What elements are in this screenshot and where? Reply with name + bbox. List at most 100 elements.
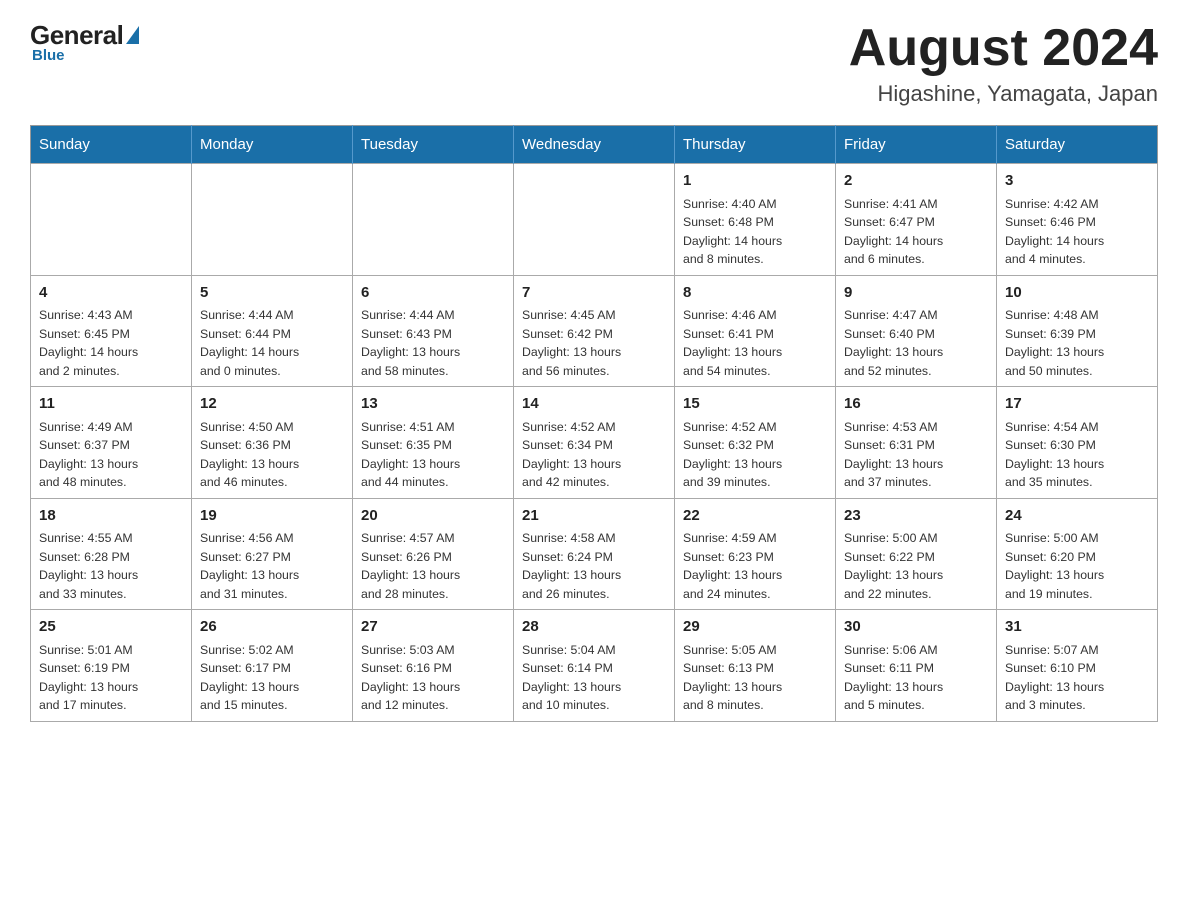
day-info: Sunrise: 4:42 AMSunset: 6:46 PMDaylight:…	[1005, 195, 1149, 269]
logo-blue-text: Blue	[32, 47, 65, 64]
day-number: 28	[522, 616, 666, 638]
day-info: Sunrise: 4:45 AMSunset: 6:42 PMDaylight:…	[522, 306, 666, 380]
day-info: Sunrise: 4:57 AMSunset: 6:26 PMDaylight:…	[361, 529, 505, 603]
table-row	[192, 164, 353, 276]
table-row: 24Sunrise: 5:00 AMSunset: 6:20 PMDayligh…	[997, 498, 1158, 610]
col-wednesday: Wednesday	[514, 126, 675, 164]
day-info: Sunrise: 5:07 AMSunset: 6:10 PMDaylight:…	[1005, 641, 1149, 715]
day-number: 7	[522, 282, 666, 304]
table-row: 29 Sunrise: 5:05 AMSunset: 6:13 PMDayligh…	[675, 610, 836, 722]
calendar-header-row: Sunday Monday Tuesday Wednesday Thursday…	[31, 126, 1158, 164]
day-info: Sunrise: 4:54 AMSunset: 6:30 PMDaylight:…	[1005, 418, 1149, 492]
day-info: Sunrise: 4:49 AMSunset: 6:37 PMDaylight:…	[39, 418, 183, 492]
day-info: Sunrise: 4:52 AMSunset: 6:32 PMDaylight:…	[683, 418, 827, 492]
day-info: Sunrise: 4:46 AMSunset: 6:41 PMDaylight:…	[683, 306, 827, 380]
day-number: 21	[522, 505, 666, 527]
table-row: 27 Sunrise: 5:03 AMSunset: 6:16 PMDayligh…	[353, 610, 514, 722]
day-info: Sunrise: 4:40 AMSunset: 6:48 PMDaylight:…	[683, 195, 827, 269]
day-info: Sunrise: 4:44 AMSunset: 6:44 PMDaylight:…	[200, 306, 344, 380]
day-info: Sunrise: 4:47 AMSunset: 6:40 PMDaylight:…	[844, 306, 988, 380]
table-row: 5Sunrise: 4:44 AMSunset: 6:44 PMDaylight…	[192, 275, 353, 387]
table-row: 10Sunrise: 4:48 AMSunset: 6:39 PMDayligh…	[997, 275, 1158, 387]
day-number: 6	[361, 282, 505, 304]
day-info: Sunrise: 4:43 AMSunset: 6:45 PMDaylight:…	[39, 306, 183, 380]
day-info: Sunrise: 4:44 AMSunset: 6:43 PMDaylight:…	[361, 306, 505, 380]
logo: General Blue	[30, 20, 139, 64]
day-number: 13	[361, 393, 505, 415]
table-row: 9Sunrise: 4:47 AMSunset: 6:40 PMDaylight…	[836, 275, 997, 387]
day-number: 22	[683, 505, 827, 527]
logo-triangle-icon	[126, 26, 139, 44]
day-number: 10	[1005, 282, 1149, 304]
table-row: 14Sunrise: 4:52 AMSunset: 6:34 PMDayligh…	[514, 387, 675, 499]
day-number: 26	[200, 616, 344, 638]
calendar-title-block: August 2024 Higashine, Yamagata, Japan	[849, 20, 1158, 107]
calendar-week-row: 1 Sunrise: 4:40 AMSunset: 6:48 PMDaylight…	[31, 164, 1158, 276]
calendar-week-row: 4Sunrise: 4:43 AMSunset: 6:45 PMDaylight…	[31, 275, 1158, 387]
day-number: 18	[39, 505, 183, 527]
table-row: 1 Sunrise: 4:40 AMSunset: 6:48 PMDaylight…	[675, 164, 836, 276]
col-sunday: Sunday	[31, 126, 192, 164]
day-number: 23	[844, 505, 988, 527]
table-row: 6Sunrise: 4:44 AMSunset: 6:43 PMDaylight…	[353, 275, 514, 387]
day-info: Sunrise: 5:04 AMSunset: 6:14 PMDaylight:…	[522, 641, 666, 715]
col-monday: Monday	[192, 126, 353, 164]
day-number: 19	[200, 505, 344, 527]
table-row: 7Sunrise: 4:45 AMSunset: 6:42 PMDaylight…	[514, 275, 675, 387]
day-number: 27	[361, 616, 505, 638]
calendar-week-row: 18Sunrise: 4:55 AMSunset: 6:28 PMDayligh…	[31, 498, 1158, 610]
day-number: 5	[200, 282, 344, 304]
day-info: Sunrise: 5:00 AMSunset: 6:22 PMDaylight:…	[844, 529, 988, 603]
day-number: 31	[1005, 616, 1149, 638]
table-row: 11Sunrise: 4:49 AMSunset: 6:37 PMDayligh…	[31, 387, 192, 499]
day-info: Sunrise: 5:03 AMSunset: 6:16 PMDaylight:…	[361, 641, 505, 715]
day-number: 15	[683, 393, 827, 415]
col-saturday: Saturday	[997, 126, 1158, 164]
table-row: 22Sunrise: 4:59 AMSunset: 6:23 PMDayligh…	[675, 498, 836, 610]
table-row: 18Sunrise: 4:55 AMSunset: 6:28 PMDayligh…	[31, 498, 192, 610]
day-number: 8	[683, 282, 827, 304]
table-row: 4Sunrise: 4:43 AMSunset: 6:45 PMDaylight…	[31, 275, 192, 387]
table-row: 3 Sunrise: 4:42 AMSunset: 6:46 PMDaylight…	[997, 164, 1158, 276]
calendar-table: Sunday Monday Tuesday Wednesday Thursday…	[30, 125, 1158, 722]
table-row: 26Sunrise: 5:02 AMSunset: 6:17 PMDayligh…	[192, 610, 353, 722]
day-number: 12	[200, 393, 344, 415]
calendar-week-row: 11Sunrise: 4:49 AMSunset: 6:37 PMDayligh…	[31, 387, 1158, 499]
table-row: 20Sunrise: 4:57 AMSunset: 6:26 PMDayligh…	[353, 498, 514, 610]
table-row: 21Sunrise: 4:58 AMSunset: 6:24 PMDayligh…	[514, 498, 675, 610]
table-row: 2Sunrise: 4:41 AMSunset: 6:47 PMDaylight…	[836, 164, 997, 276]
calendar-week-row: 25Sunrise: 5:01 AMSunset: 6:19 PMDayligh…	[31, 610, 1158, 722]
day-number: 16	[844, 393, 988, 415]
day-info: Sunrise: 5:05 AMSunset: 6:13 PMDaylight:…	[683, 641, 827, 715]
calendar-month-year: August 2024	[849, 20, 1158, 77]
day-number: 30	[844, 616, 988, 638]
day-number: 24	[1005, 505, 1149, 527]
day-number: 3	[1005, 170, 1149, 192]
day-number: 29	[683, 616, 827, 638]
day-info: Sunrise: 5:06 AMSunset: 6:11 PMDaylight:…	[844, 641, 988, 715]
table-row: 17Sunrise: 4:54 AMSunset: 6:30 PMDayligh…	[997, 387, 1158, 499]
table-row	[353, 164, 514, 276]
col-friday: Friday	[836, 126, 997, 164]
day-info: Sunrise: 4:56 AMSunset: 6:27 PMDaylight:…	[200, 529, 344, 603]
table-row: 25Sunrise: 5:01 AMSunset: 6:19 PMDayligh…	[31, 610, 192, 722]
col-tuesday: Tuesday	[353, 126, 514, 164]
day-number: 9	[844, 282, 988, 304]
table-row: 15 Sunrise: 4:52 AMSunset: 6:32 PMDayligh…	[675, 387, 836, 499]
day-number: 1	[683, 170, 827, 192]
day-number: 14	[522, 393, 666, 415]
day-info: Sunrise: 4:55 AMSunset: 6:28 PMDaylight:…	[39, 529, 183, 603]
day-info: Sunrise: 5:01 AMSunset: 6:19 PMDaylight:…	[39, 641, 183, 715]
col-thursday: Thursday	[675, 126, 836, 164]
day-info: Sunrise: 4:51 AMSunset: 6:35 PMDaylight:…	[361, 418, 505, 492]
page-header: General Blue August 2024 Higashine, Yama…	[30, 20, 1158, 107]
day-number: 2	[844, 170, 988, 192]
table-row: 8Sunrise: 4:46 AMSunset: 6:41 PMDaylight…	[675, 275, 836, 387]
day-info: Sunrise: 4:50 AMSunset: 6:36 PMDaylight:…	[200, 418, 344, 492]
table-row: 16Sunrise: 4:53 AMSunset: 6:31 PMDayligh…	[836, 387, 997, 499]
table-row	[514, 164, 675, 276]
calendar-location: Higashine, Yamagata, Japan	[849, 81, 1158, 107]
table-row: 12 Sunrise: 4:50 AMSunset: 6:36 PMDayligh…	[192, 387, 353, 499]
day-number: 20	[361, 505, 505, 527]
table-row: 28 Sunrise: 5:04 AMSunset: 6:14 PMDayligh…	[514, 610, 675, 722]
